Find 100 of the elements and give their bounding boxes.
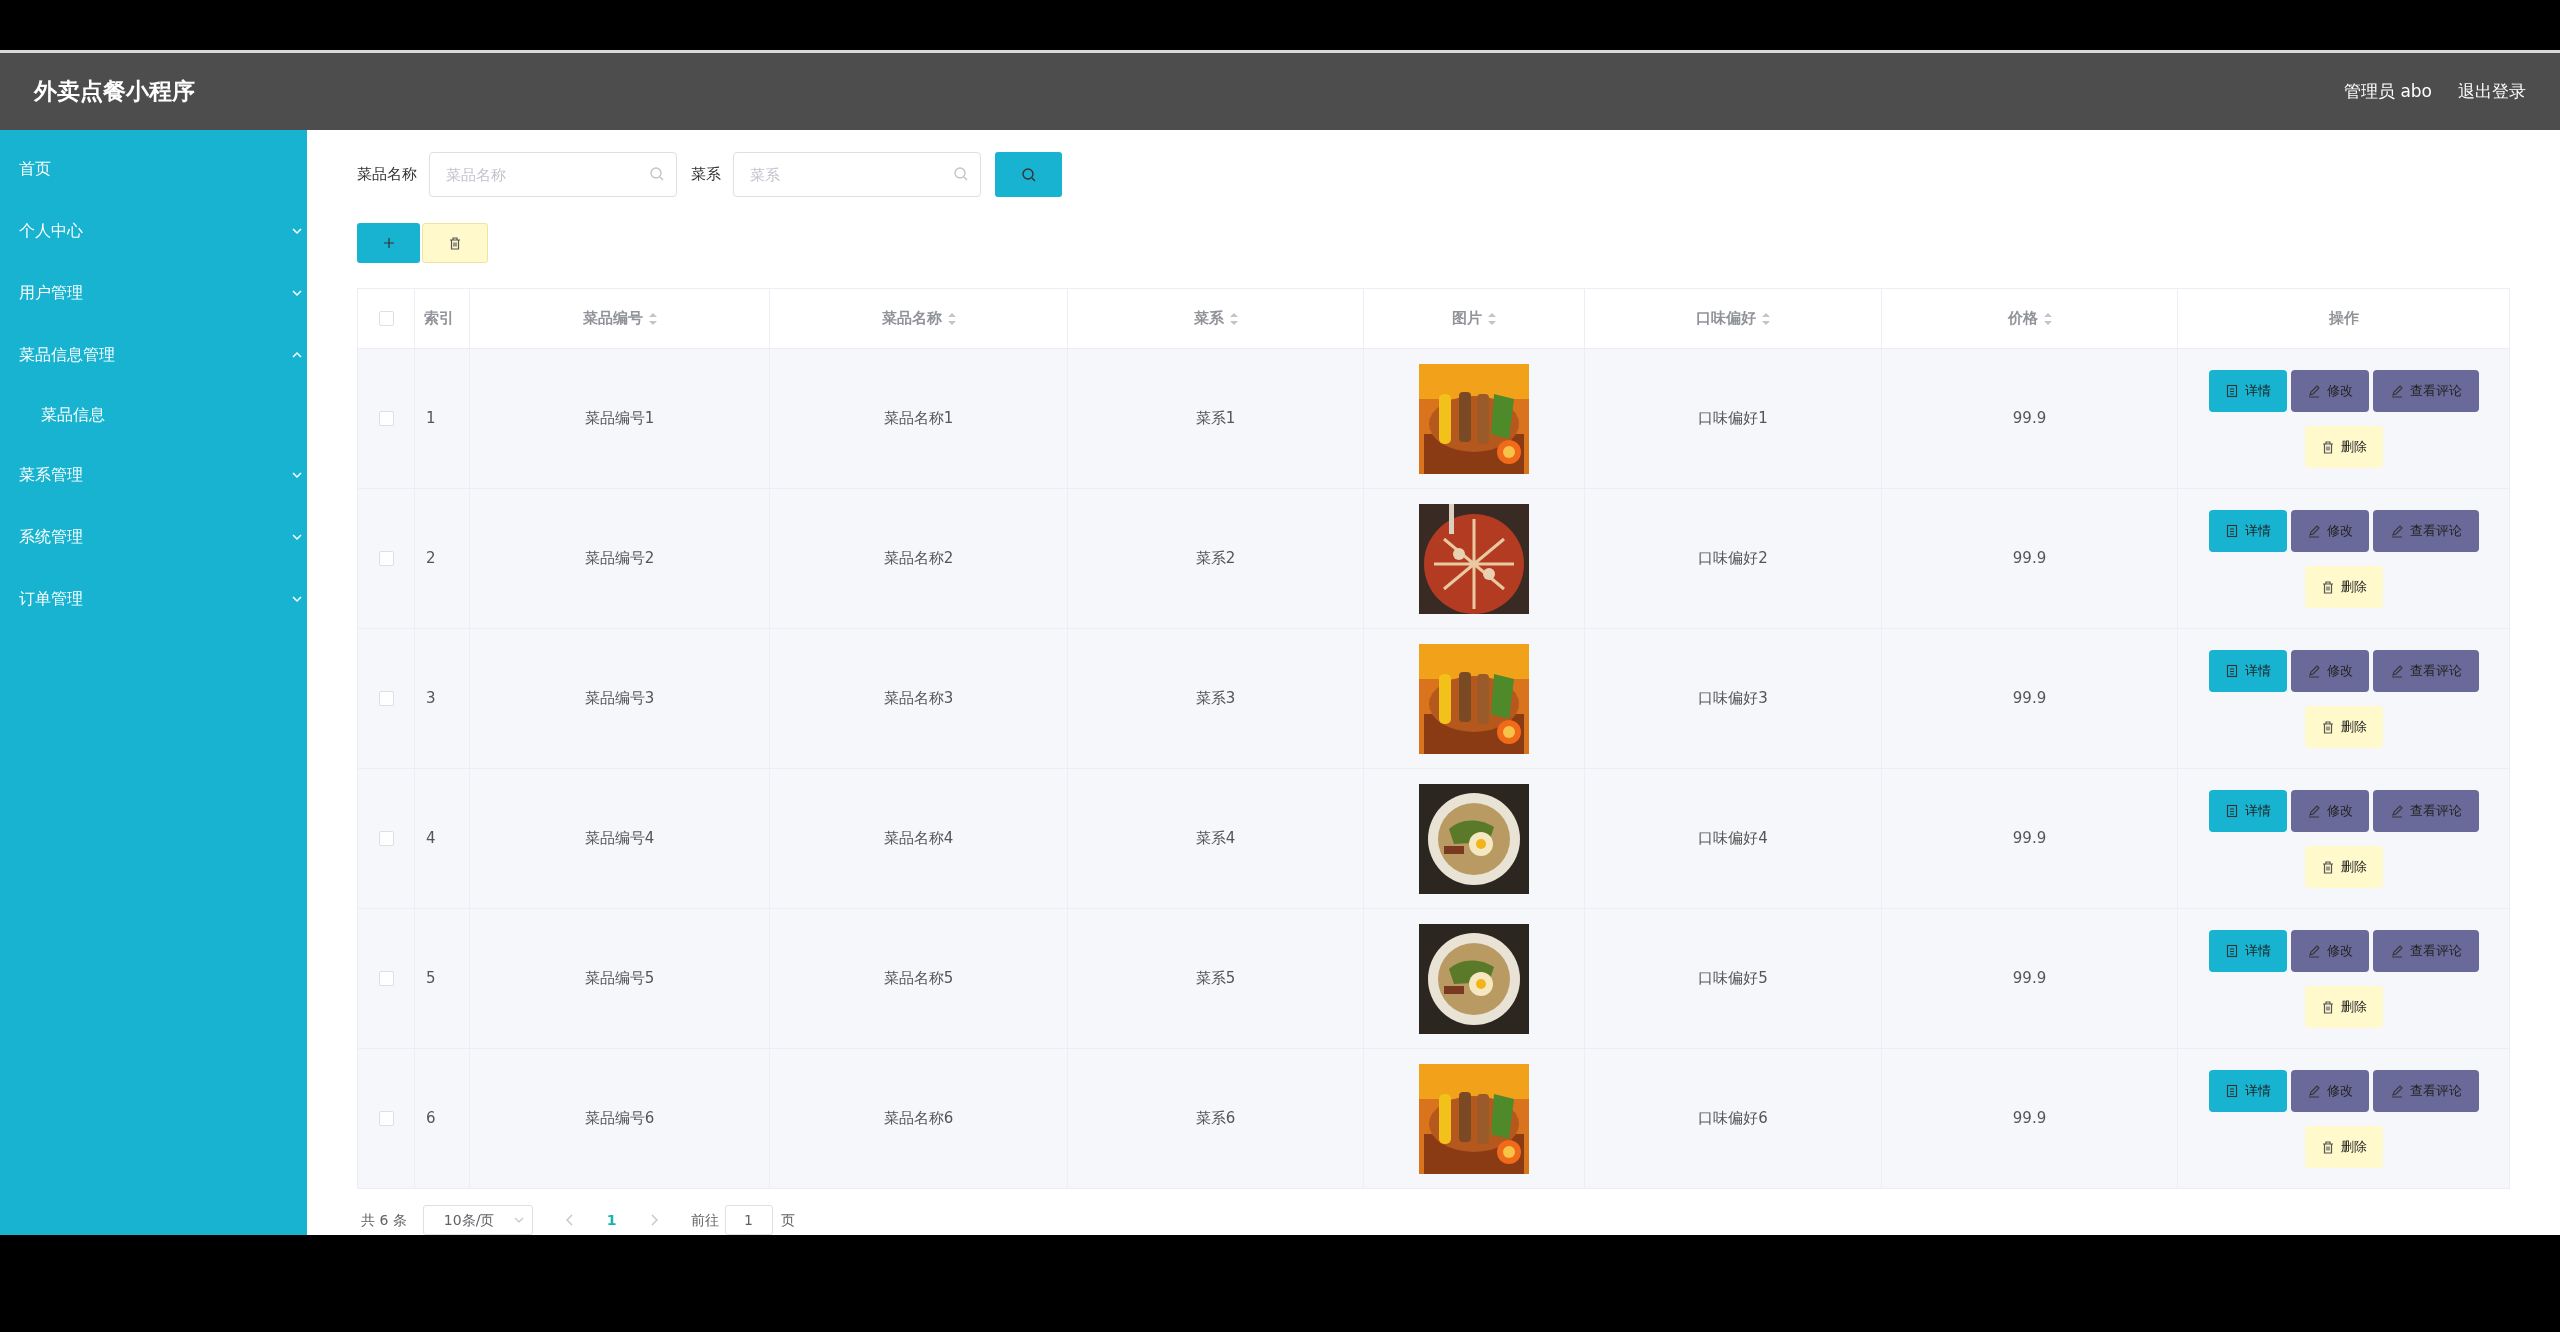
trash-icon bbox=[2320, 439, 2335, 454]
edit-button[interactable]: 修改 bbox=[2290, 369, 2369, 412]
sidebar-subitem[interactable]: 菜品信息 bbox=[0, 386, 307, 444]
page-number[interactable]: 1 bbox=[606, 1209, 617, 1231]
user-label: 管理员 abo bbox=[2344, 79, 2432, 103]
delete-button[interactable]: 删除 bbox=[2304, 1125, 2383, 1168]
edit-button[interactable]: 修改 bbox=[2290, 509, 2369, 552]
add-button[interactable] bbox=[357, 223, 420, 263]
table-cell-text: 菜系1 bbox=[1195, 408, 1236, 430]
trash-icon bbox=[448, 236, 462, 250]
checkbox[interactable] bbox=[378, 971, 394, 986]
checkbox[interactable] bbox=[378, 311, 394, 326]
detail-button[interactable]: 详情 bbox=[2208, 649, 2287, 692]
delete-button[interactable]: 删除 bbox=[2304, 705, 2383, 748]
pencil-icon bbox=[2389, 803, 2404, 818]
table-cell-text: 4 bbox=[426, 828, 436, 850]
detail-button[interactable]: 详情 bbox=[2208, 789, 2287, 832]
delete-button[interactable]: 删除 bbox=[2304, 845, 2383, 888]
sidebar-item[interactable]: 个人中心 bbox=[0, 200, 307, 262]
column-header[interactable]: 口味偏好 bbox=[1696, 307, 1770, 330]
logout-link[interactable]: 退出登录 bbox=[2458, 78, 2526, 105]
comments-button[interactable]: 查看评论 bbox=[2372, 509, 2479, 552]
search-field[interactable]: 菜系 bbox=[733, 152, 981, 197]
table-cell-text: 1 bbox=[426, 408, 436, 430]
trash-icon bbox=[2320, 719, 2335, 734]
sidebar-item[interactable]: 订单管理 bbox=[0, 568, 307, 630]
checkbox[interactable] bbox=[378, 1111, 394, 1126]
search-button[interactable] bbox=[995, 152, 1062, 197]
table-cell-text: 5 bbox=[426, 968, 436, 990]
chevron-left-icon bbox=[565, 1214, 574, 1226]
delete-button[interactable] bbox=[422, 223, 488, 263]
checkbox[interactable] bbox=[378, 411, 394, 426]
page-size-select[interactable]: 10条/页 bbox=[422, 1205, 533, 1235]
table-cell-text: 菜品名称4 bbox=[883, 828, 954, 850]
table-cell-text: 口味偏好5 bbox=[1698, 968, 1768, 990]
sort-icon bbox=[1488, 312, 1496, 325]
column-header[interactable]: 菜品名称 bbox=[881, 307, 956, 330]
pencil-icon bbox=[2389, 943, 2404, 958]
edit-button[interactable]: 修改 bbox=[2290, 929, 2369, 972]
document-icon bbox=[2224, 943, 2239, 958]
field-label: 菜系 bbox=[691, 164, 721, 186]
pencil-icon bbox=[2389, 1083, 2404, 1098]
table-cell-text: 99.9 bbox=[2012, 688, 2047, 710]
pencil-icon bbox=[2306, 523, 2321, 538]
document-icon bbox=[2224, 803, 2239, 818]
comments-button[interactable]: 查看评论 bbox=[2372, 369, 2479, 412]
sidebar-item[interactable]: 系统管理 bbox=[0, 506, 307, 568]
pencil-icon bbox=[2389, 523, 2404, 538]
pencil-icon bbox=[2306, 1083, 2321, 1098]
sidebar-item[interactable]: 首页 bbox=[0, 138, 307, 200]
detail-button[interactable]: 详情 bbox=[2208, 1069, 2287, 1112]
sidebar-item[interactable]: 用户管理 bbox=[0, 262, 307, 324]
page-input[interactable]: 1 bbox=[724, 1205, 773, 1235]
edit-button[interactable]: 修改 bbox=[2290, 789, 2369, 832]
trash-icon bbox=[2320, 1139, 2335, 1154]
document-icon bbox=[2224, 383, 2239, 398]
delete-button[interactable]: 删除 bbox=[2304, 425, 2383, 468]
comments-button[interactable]: 查看评论 bbox=[2372, 929, 2479, 972]
edit-button[interactable]: 修改 bbox=[2290, 1069, 2369, 1112]
table-cell-text: 99.9 bbox=[2012, 1108, 2047, 1130]
column-header[interactable]: 菜系 bbox=[1193, 307, 1238, 330]
detail-button[interactable]: 详情 bbox=[2208, 509, 2287, 552]
detail-button[interactable]: 详情 bbox=[2208, 929, 2287, 972]
table-cell-text: 2 bbox=[426, 548, 436, 570]
checkbox[interactable] bbox=[378, 831, 394, 846]
sort-icon bbox=[1229, 312, 1238, 325]
search-icon bbox=[1020, 166, 1037, 183]
search-icon bbox=[649, 166, 665, 182]
pencil-icon bbox=[2306, 943, 2321, 958]
sidebar-item[interactable]: 菜系管理 bbox=[0, 444, 307, 506]
column-header[interactable]: 菜品编号 bbox=[582, 307, 657, 330]
checkbox[interactable] bbox=[378, 551, 394, 566]
comments-button[interactable]: 查看评论 bbox=[2372, 649, 2479, 692]
document-icon bbox=[2224, 523, 2239, 538]
search-field[interactable]: 菜品名称 bbox=[429, 152, 677, 197]
table-cell-text: 菜系2 bbox=[1195, 548, 1236, 570]
column-header[interactable]: 图片 bbox=[1452, 307, 1496, 330]
comments-button[interactable]: 查看评论 bbox=[2372, 1069, 2479, 1112]
table-cell-text: 口味偏好6 bbox=[1698, 1108, 1768, 1130]
comments-button[interactable]: 查看评论 bbox=[2372, 789, 2479, 832]
delete-button[interactable]: 删除 bbox=[2304, 565, 2383, 608]
table-cell-text: 菜品编号2 bbox=[584, 548, 655, 570]
table-cell-text: 菜品名称1 bbox=[883, 408, 954, 430]
goto-label: 前往 bbox=[690, 1210, 719, 1230]
column-header[interactable]: 价格 bbox=[2007, 307, 2052, 330]
table-cell-text: 菜品名称2 bbox=[883, 548, 954, 570]
sort-icon bbox=[2043, 312, 2052, 325]
detail-button[interactable]: 详情 bbox=[2208, 369, 2287, 412]
table-cell-text: 菜品名称5 bbox=[883, 968, 954, 990]
app-title: 外卖点餐小程序 bbox=[34, 77, 195, 107]
delete-button[interactable]: 删除 bbox=[2304, 985, 2383, 1028]
plus-icon bbox=[382, 237, 395, 249]
table-cell-text: 菜品编号5 bbox=[584, 968, 655, 990]
edit-button[interactable]: 修改 bbox=[2290, 649, 2369, 692]
sidebar-item[interactable]: 菜品信息管理 bbox=[0, 324, 307, 386]
pencil-icon bbox=[2306, 663, 2321, 678]
pencil-icon bbox=[2389, 383, 2404, 398]
table-cell-text: 菜系5 bbox=[1195, 968, 1236, 990]
checkbox[interactable] bbox=[378, 691, 394, 706]
table-cell-text: 菜品编号4 bbox=[584, 828, 655, 850]
